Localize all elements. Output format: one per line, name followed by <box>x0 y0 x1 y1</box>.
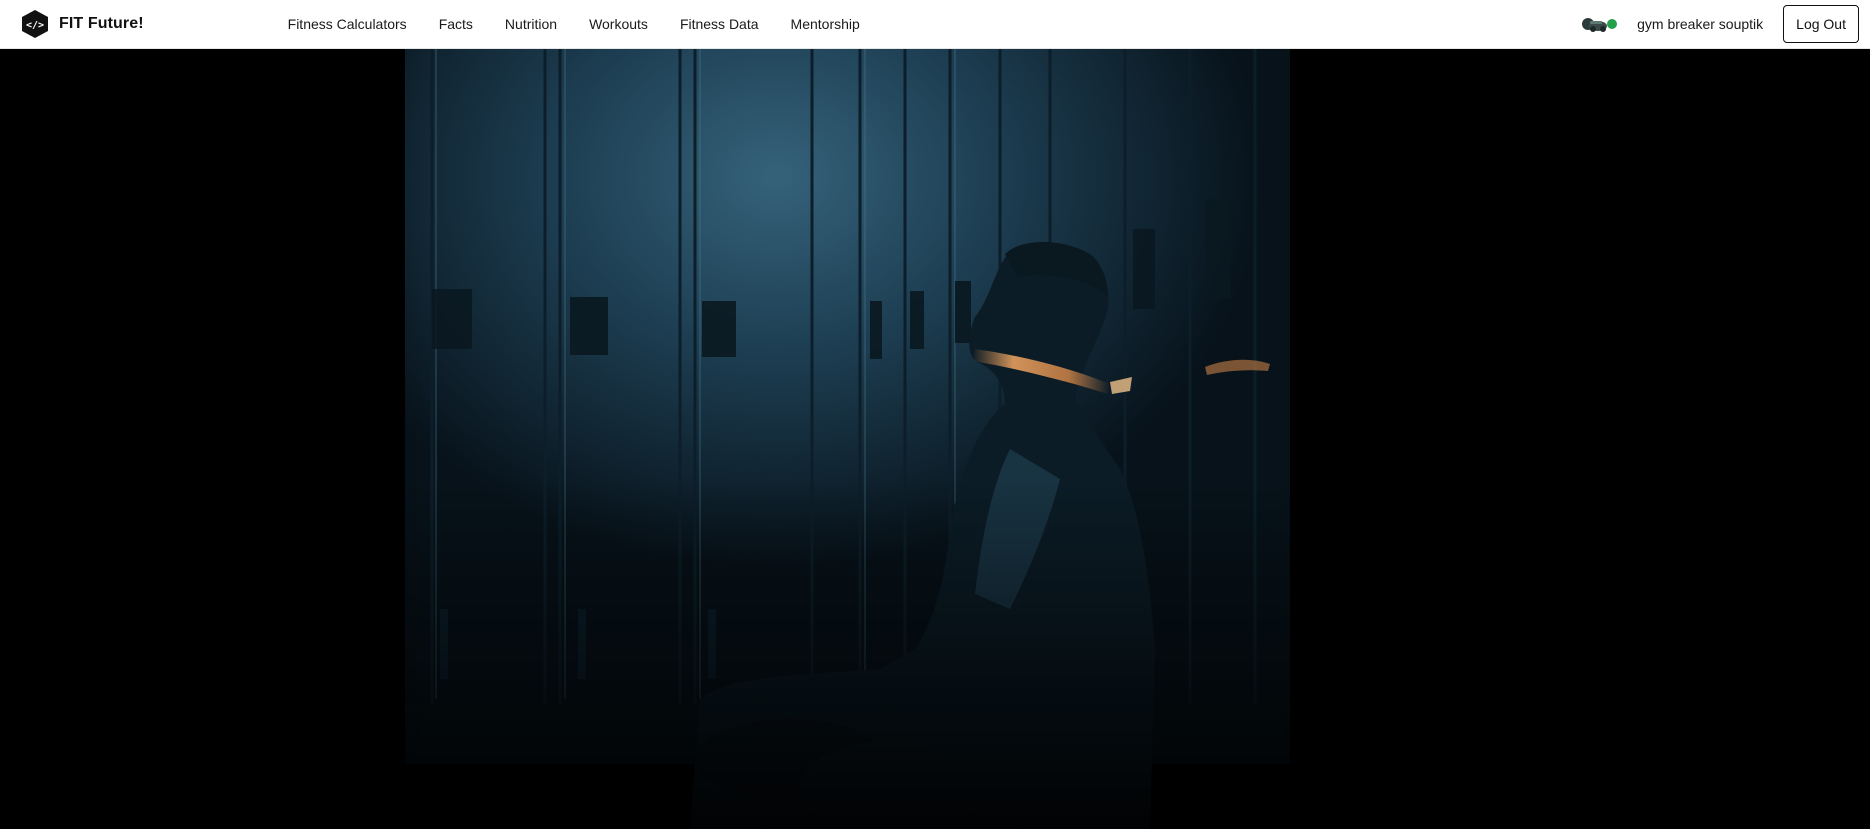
nav-fitness-data[interactable]: Fitness Data <box>680 16 759 32</box>
top-navbar: </> FIT Future! Fitness Calculators Fact… <box>0 0 1870 49</box>
main-nav: Fitness Calculators Facts Nutrition Work… <box>288 16 892 32</box>
nav-nutrition[interactable]: Nutrition <box>505 16 557 32</box>
hero-image <box>0 49 1870 829</box>
nav-workouts[interactable]: Workouts <box>589 16 648 32</box>
code-hexagon-icon: </> <box>22 10 48 38</box>
brand-link[interactable]: </> FIT Future! <box>21 9 144 39</box>
nav-facts[interactable]: Facts <box>439 16 473 32</box>
avatar[interactable] <box>1581 15 1618 33</box>
user-area: gym breaker souptik Log Out <box>1581 5 1859 43</box>
online-status-dot <box>1607 19 1618 29</box>
locker-room-photo <box>0 49 1870 829</box>
nav-mentorship[interactable]: Mentorship <box>791 16 860 32</box>
svg-text:</>: </> <box>26 20 44 31</box>
nav-fitness-calculators[interactable]: Fitness Calculators <box>288 16 407 32</box>
username: gym breaker souptik <box>1637 16 1764 32</box>
logout-button[interactable]: Log Out <box>1783 5 1859 43</box>
brand-name: FIT Future! <box>59 15 144 32</box>
